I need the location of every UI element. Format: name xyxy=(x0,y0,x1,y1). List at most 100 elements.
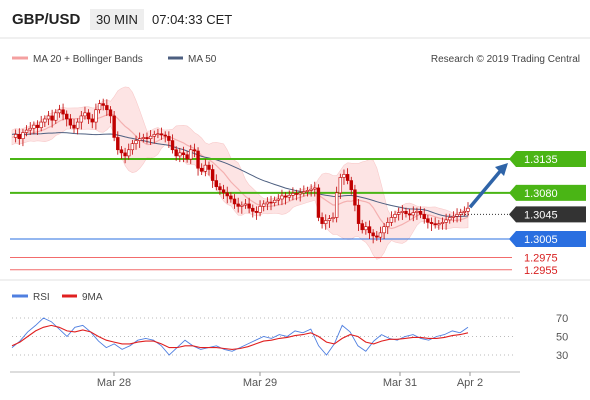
level-label-resistance: 1.3080 xyxy=(524,188,558,200)
candle-body xyxy=(68,118,73,126)
candle-body xyxy=(32,124,36,129)
candle-body xyxy=(455,214,459,217)
candle-body xyxy=(203,164,208,172)
candle-body xyxy=(218,186,222,191)
candle-body xyxy=(17,134,21,139)
candle-body xyxy=(393,214,397,218)
candle-body xyxy=(334,192,339,218)
candle-body xyxy=(371,232,375,237)
candle-body xyxy=(280,195,284,200)
candle-body xyxy=(440,222,445,224)
candle-body xyxy=(178,152,182,157)
candle-body xyxy=(210,169,215,181)
candle-body xyxy=(404,211,408,215)
candle-body xyxy=(342,174,346,178)
copyright: Research © 2019 Trading Central xyxy=(431,54,580,65)
candle-body xyxy=(418,211,423,215)
candle-body xyxy=(185,154,189,160)
candle-body xyxy=(345,174,350,181)
candle-body xyxy=(145,137,149,139)
candle-body xyxy=(287,195,291,198)
candle-body xyxy=(305,190,310,192)
level-tag-pointer xyxy=(509,184,516,201)
candle-body xyxy=(232,198,237,205)
candle-body xyxy=(272,199,277,203)
timeframe-label: 30 MIN xyxy=(96,12,138,27)
candle-body xyxy=(291,193,295,196)
level-tag-pointer xyxy=(509,231,516,247)
candle-body xyxy=(72,124,76,129)
candle-body xyxy=(61,109,65,115)
candle-body xyxy=(148,135,153,139)
rsi-pane: 30 50 70 xyxy=(11,313,568,362)
ma9-legend-label: 9MA xyxy=(82,292,103,303)
candle-body xyxy=(35,124,40,128)
level-label-current: 1.3045 xyxy=(524,209,558,221)
x-axis-ticks: Mar 28 Mar 29 Mar 31 Apr 2 xyxy=(97,372,483,389)
candle-body xyxy=(396,212,401,215)
candle-body xyxy=(364,226,368,231)
candle-body xyxy=(105,105,109,111)
rsi-tick-label: 70 xyxy=(556,313,568,325)
candle-body xyxy=(167,135,171,141)
candle-body xyxy=(137,138,142,141)
candle-body xyxy=(116,137,120,151)
candle-body xyxy=(83,112,87,117)
candle-body xyxy=(375,235,379,238)
candle-body xyxy=(451,215,456,218)
candle-body xyxy=(283,195,288,198)
candle-body xyxy=(251,207,255,212)
candle-body xyxy=(331,217,335,219)
x-tick-label: Apr 2 xyxy=(457,377,483,389)
bollinger-band xyxy=(11,86,469,260)
candle-body xyxy=(75,121,80,129)
level-tag-pointer xyxy=(509,206,516,223)
candle-body xyxy=(130,143,135,151)
candle-body xyxy=(225,192,229,197)
x-tick-label: Mar 28 xyxy=(97,377,131,389)
level-label-pivot: 1.3005 xyxy=(524,234,558,246)
candle-body xyxy=(367,226,372,234)
candle-body xyxy=(134,140,138,144)
candle-body xyxy=(43,118,47,123)
price-pane: 1.3135 1.3080 1.3045 1.3005 1.29751.2955 xyxy=(10,86,586,277)
candle-body xyxy=(437,223,441,226)
candle-body xyxy=(429,222,434,224)
candle-body xyxy=(353,189,357,206)
candle-body xyxy=(221,189,226,194)
level-tags: 1.3135 1.3080 1.3045 1.3005 1.29751.2955 xyxy=(509,151,586,277)
candle-body xyxy=(108,109,113,117)
candle-body xyxy=(349,180,353,191)
candle-body xyxy=(199,167,204,172)
candle-body xyxy=(386,222,390,227)
candle-body xyxy=(152,134,156,137)
candle-body xyxy=(196,150,200,169)
candle-body xyxy=(407,213,412,216)
projection-arrow-shaft xyxy=(468,167,504,209)
candle-body xyxy=(101,103,105,106)
candle-body xyxy=(448,217,452,221)
candle-body xyxy=(360,223,364,231)
rsi-legend-label: RSI xyxy=(33,292,50,303)
candle-body xyxy=(97,103,102,111)
candle-body xyxy=(141,137,146,139)
candle xyxy=(316,184,321,222)
candle-body xyxy=(119,149,124,154)
level-label-support: 1.2975 xyxy=(524,252,558,264)
candle-body xyxy=(65,113,69,120)
candle-body xyxy=(243,203,248,206)
candle-body xyxy=(411,212,415,216)
candle-body xyxy=(327,218,332,221)
candle-body xyxy=(181,152,186,155)
candle-body xyxy=(444,219,448,223)
rsi-tick-label: 30 xyxy=(556,350,568,362)
candle-body xyxy=(229,195,233,200)
candle-body xyxy=(426,218,430,223)
x-tick-label: Mar 29 xyxy=(243,377,277,389)
candle-body xyxy=(86,112,91,120)
candle-body xyxy=(214,180,218,187)
candle-body xyxy=(262,203,266,207)
ma50-legend-label: MA 50 xyxy=(188,54,217,65)
candle-body xyxy=(258,206,262,213)
candle-body xyxy=(422,214,426,219)
